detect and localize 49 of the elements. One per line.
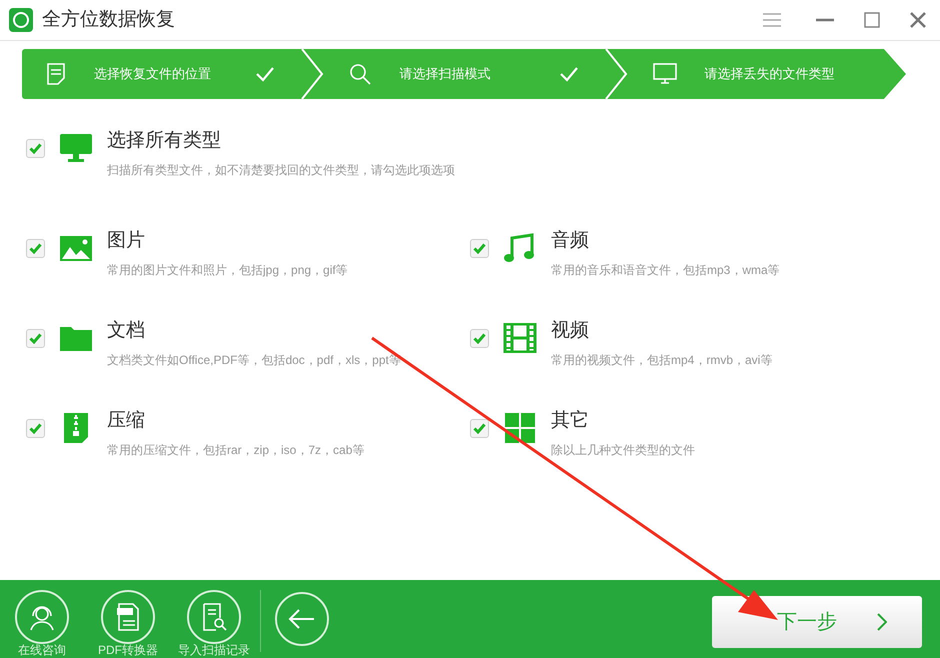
type-description: 扫描所有类型文件，如不清楚要找回的文件类型，请勾选此项选项 bbox=[107, 162, 455, 179]
next-button[interactable]: 下一步 bbox=[712, 596, 922, 648]
image-icon bbox=[59, 233, 93, 263]
type-title: 文档 bbox=[107, 319, 146, 343]
checkbox[interactable] bbox=[26, 239, 45, 258]
type-title: 选择所有类型 bbox=[107, 129, 222, 153]
maximize-icon[interactable] bbox=[864, 12, 880, 28]
checkbox[interactable] bbox=[26, 329, 45, 348]
checkbox[interactable] bbox=[26, 419, 45, 438]
checkbox[interactable] bbox=[470, 419, 489, 438]
chevron-separator bbox=[602, 49, 629, 99]
window-title: 全方位数据恢复 bbox=[42, 8, 175, 32]
step-label: 请选择扫描模式 bbox=[399, 65, 492, 84]
chevron-separator bbox=[299, 49, 326, 99]
tool-button[interactable] bbox=[101, 590, 155, 644]
chevron-right-icon bbox=[877, 613, 887, 631]
minimize-icon[interactable] bbox=[816, 18, 834, 22]
type-description: 常用的视频文件，包括mp4，rmvb，avi等 bbox=[551, 352, 772, 369]
type-title: 图片 bbox=[107, 229, 146, 253]
step-label: 选择恢复文件的位置 bbox=[94, 65, 212, 84]
type-title: 视频 bbox=[551, 319, 590, 343]
type-description: 常用的压缩文件，包括rar，zip，iso，7z，cab等 bbox=[107, 442, 364, 459]
checkbox[interactable] bbox=[26, 139, 45, 158]
monitor-icon bbox=[59, 133, 93, 163]
type-description: 常用的音乐和语音文件，包括mp3，wma等 bbox=[551, 262, 780, 279]
tool-button[interactable] bbox=[15, 590, 69, 644]
back-button[interactable] bbox=[275, 592, 329, 646]
tool-label: 导入扫描记录 bbox=[178, 644, 250, 657]
app-logo-icon bbox=[8, 7, 34, 33]
tool-label: 在线咨询 bbox=[18, 644, 66, 657]
film-icon bbox=[503, 323, 537, 353]
type-title: 压缩 bbox=[107, 409, 146, 433]
type-title: 音频 bbox=[551, 229, 590, 253]
type-description: 常用的图片文件和照片，包括jpg，png，gif等 bbox=[107, 262, 348, 279]
grid-icon bbox=[503, 413, 537, 443]
music-note-icon bbox=[503, 233, 537, 263]
close-icon[interactable] bbox=[910, 12, 926, 28]
tool-button[interactable] bbox=[187, 590, 241, 644]
type-title: 其它 bbox=[551, 409, 590, 433]
checkbox[interactable] bbox=[470, 329, 489, 348]
monitor-icon bbox=[652, 63, 677, 85]
step-label: 请选择丢失的文件类型 bbox=[704, 65, 836, 84]
tool-label: PDF转换器 bbox=[98, 644, 158, 657]
document-icon bbox=[46, 63, 66, 85]
left-arrow-icon bbox=[288, 608, 316, 630]
checkbox[interactable] bbox=[470, 239, 489, 258]
search-icon bbox=[349, 63, 372, 85]
menu-icon[interactable] bbox=[762, 12, 782, 28]
type-description: 除以上几种文件类型的文件 bbox=[551, 442, 695, 459]
